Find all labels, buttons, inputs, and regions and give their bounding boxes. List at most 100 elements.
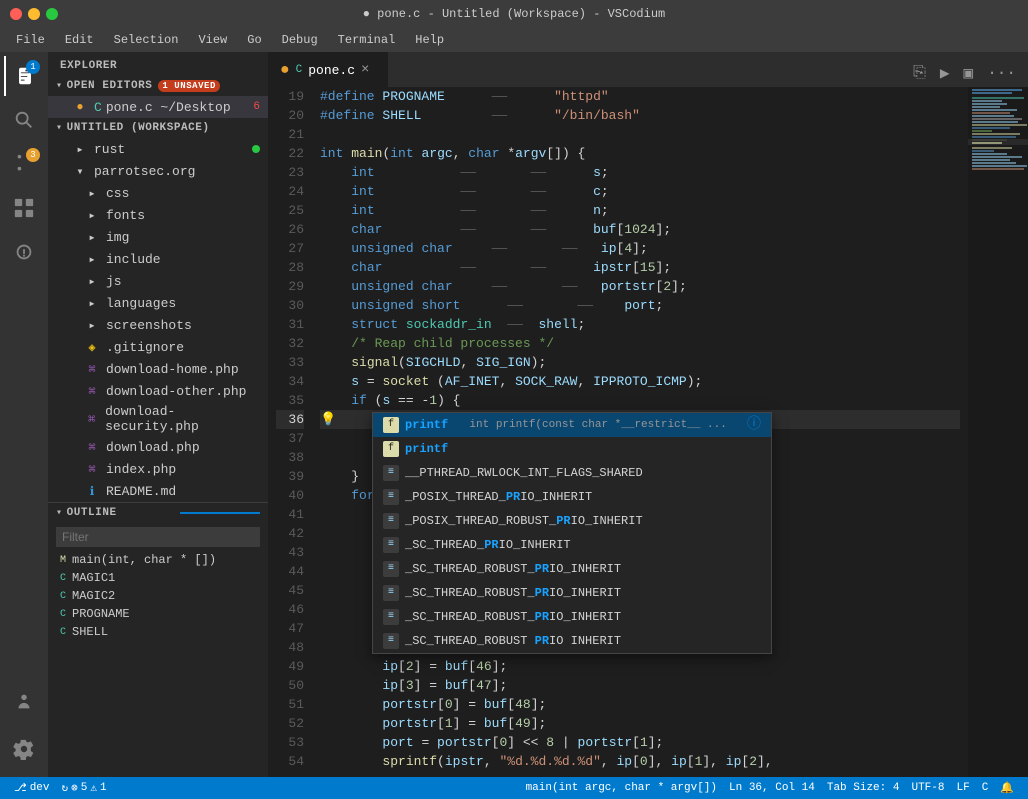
window-controls[interactable] bbox=[10, 8, 58, 20]
workspace-label: UNTITLED (WORKSPACE) bbox=[67, 122, 210, 134]
var-icon7: ≡ bbox=[383, 609, 399, 625]
activity-debug[interactable] bbox=[4, 232, 44, 272]
activity-source-control[interactable]: 3 bbox=[4, 144, 44, 184]
var-icon5: ≡ bbox=[383, 561, 399, 577]
layout-icon[interactable]: ▣ bbox=[960, 59, 978, 87]
run-icon[interactable]: ▶ bbox=[936, 59, 954, 87]
folder-fonts-name: fonts bbox=[106, 208, 145, 223]
autocomplete-item-7[interactable]: ≡ _SC_THREAD_ROBUST_PRIO_INHERIT bbox=[373, 581, 771, 605]
unsaved-badge: 1 UNSAVED bbox=[158, 80, 220, 92]
folder-fonts[interactable]: ▸ fonts bbox=[48, 204, 268, 226]
menu-selection[interactable]: Selection bbox=[106, 31, 187, 49]
open-editor-item[interactable]: ● C pone.c ~/Desktop 6 bbox=[48, 96, 268, 118]
activity-accounts[interactable] bbox=[4, 681, 44, 721]
branch-icon: ⎇ bbox=[14, 781, 27, 795]
folder-img[interactable]: ▸ img bbox=[48, 226, 268, 248]
folder-rust[interactable]: ▸ rust bbox=[48, 138, 268, 160]
folder-languages[interactable]: ▸ languages bbox=[48, 292, 268, 314]
lightbulb-icon[interactable]: 💡 bbox=[320, 410, 336, 429]
const-icon3: C bbox=[60, 609, 66, 620]
menu-edit[interactable]: Edit bbox=[57, 31, 102, 49]
autocomplete-item-6[interactable]: ≡ _SC_THREAD_ROBUST_PRIO_INHERIT bbox=[373, 557, 771, 581]
activity-search[interactable] bbox=[4, 100, 44, 140]
ac-info-icon[interactable]: ⓘ bbox=[747, 416, 761, 434]
folder-css[interactable]: ▸ css bbox=[48, 182, 268, 204]
md-icon: ℹ bbox=[84, 484, 100, 499]
menu-help[interactable]: Help bbox=[407, 31, 452, 49]
menu-go[interactable]: Go bbox=[239, 31, 269, 49]
file-download-home[interactable]: ⌘ download-home.php bbox=[48, 358, 268, 380]
autocomplete-item-0[interactable]: f printf int printf(const char *__restri… bbox=[373, 413, 771, 437]
file-download-other[interactable]: ⌘ download-other.php bbox=[48, 380, 268, 402]
folder-js[interactable]: ▸ js bbox=[48, 270, 268, 292]
menu-debug[interactable]: Debug bbox=[274, 31, 326, 49]
menu-terminal[interactable]: Terminal bbox=[330, 31, 404, 49]
activity-extensions[interactable] bbox=[4, 188, 44, 228]
file-lang-icon: C bbox=[94, 100, 102, 115]
status-function[interactable]: main(int argc, char * argv[]) bbox=[520, 782, 723, 794]
autocomplete-item-1[interactable]: f printf bbox=[373, 437, 771, 461]
outline-magic2[interactable]: C MAGIC2 bbox=[48, 587, 268, 605]
code-line-26: char —— —— buf[1024]; bbox=[320, 220, 960, 239]
autocomplete-item-8[interactable]: ≡ _SC_THREAD_ROBUST_PRIO_INHERIT bbox=[373, 605, 771, 629]
outline-progname[interactable]: C PROGNAME bbox=[48, 605, 268, 623]
status-encoding[interactable]: UTF-8 bbox=[905, 782, 950, 794]
folder-img-name: img bbox=[106, 230, 129, 245]
folder-screenshots[interactable]: ▸ screenshots bbox=[48, 314, 268, 336]
split-editor-icon[interactable]: ⎘ bbox=[909, 60, 930, 86]
open-editors-header[interactable]: ▾ OPEN EDITORS 1 UNSAVED bbox=[48, 76, 268, 96]
status-lang[interactable]: C bbox=[976, 782, 995, 794]
open-editors-section: ▾ OPEN EDITORS 1 UNSAVED ● C pone.c ~/De… bbox=[48, 76, 268, 118]
ac-label-5: _SC_THREAD_PRIO_INHERIT bbox=[405, 536, 571, 554]
var-icon4: ≡ bbox=[383, 537, 399, 553]
autocomplete-item-5[interactable]: ≡ _SC_THREAD_PRIO_INHERIT bbox=[373, 533, 771, 557]
file-readme[interactable]: ℹ README.md bbox=[48, 480, 268, 502]
activity-explorer[interactable]: 1 bbox=[4, 56, 44, 96]
close-button[interactable] bbox=[10, 8, 22, 20]
function-signature: main(int argc, char * argv[]) bbox=[526, 782, 717, 794]
code-content[interactable]: #define PROGNAME —— "httpd" #define SHEL… bbox=[312, 87, 968, 777]
outline-shell[interactable]: C SHELL bbox=[48, 623, 268, 641]
tab-ponec[interactable]: ● C pone.c × bbox=[268, 52, 388, 87]
status-notifications[interactable]: 🔔 bbox=[994, 781, 1020, 795]
chevron-right-icon5: ▸ bbox=[84, 252, 100, 267]
maximize-button[interactable] bbox=[46, 8, 58, 20]
outline-main[interactable]: M main(int, char * []) bbox=[48, 551, 268, 569]
minimize-button[interactable] bbox=[28, 8, 40, 20]
autocomplete-item-4[interactable]: ≡ _POSIX_THREAD_ROBUST_PRIO_INHERIT bbox=[373, 509, 771, 533]
workspace-header[interactable]: ▾ UNTITLED (WORKSPACE) bbox=[48, 118, 268, 138]
folder-include[interactable]: ▸ include bbox=[48, 248, 268, 270]
code-line-25: int —— —— n; bbox=[320, 201, 960, 220]
autocomplete-item-2[interactable]: ≡ __PTHREAD_RWLOCK_INT_FLAGS_SHARED bbox=[373, 461, 771, 485]
activity-settings[interactable] bbox=[4, 729, 44, 769]
menu-file[interactable]: File bbox=[8, 31, 53, 49]
status-sync[interactable]: ↻ ⊗ 5 ⚠ 1 bbox=[56, 781, 113, 795]
file-download[interactable]: ⌘ download.php bbox=[48, 436, 268, 458]
outline-header[interactable]: ▾ OUTLINE bbox=[48, 503, 268, 523]
status-tab-size[interactable]: Tab Size: 4 bbox=[821, 782, 906, 794]
file-index[interactable]: ⌘ index.php bbox=[48, 458, 268, 480]
status-position[interactable]: Ln 36, Col 14 bbox=[723, 782, 821, 794]
tab-size-label: Tab Size: 4 bbox=[827, 782, 900, 794]
const-icon2: C bbox=[60, 591, 66, 602]
autocomplete-item-9[interactable]: ≡ _SC_THREAD_ROBUST PRIO INHERIT bbox=[373, 629, 771, 653]
outline-magic2-label: MAGIC2 bbox=[72, 589, 115, 603]
file-gitignore[interactable]: ◈ .gitignore bbox=[48, 336, 268, 358]
status-line-ending[interactable]: LF bbox=[950, 782, 975, 794]
file-download-security[interactable]: ⌘ download-security.php bbox=[48, 402, 268, 436]
outline-main-label: main(int, char * []) bbox=[72, 553, 216, 567]
folder-name: rust bbox=[94, 142, 125, 157]
chevron-right-icon4: ▸ bbox=[84, 230, 100, 245]
code-line-23: int —— —— s; bbox=[320, 163, 960, 182]
menu-view[interactable]: View bbox=[190, 31, 235, 49]
tab-close-icon[interactable]: × bbox=[361, 62, 369, 78]
status-branch[interactable]: ⎇ dev bbox=[8, 781, 56, 795]
const-icon: C bbox=[60, 573, 66, 584]
more-actions-icon[interactable]: ··· bbox=[983, 60, 1020, 86]
outline-filter-input[interactable] bbox=[56, 527, 260, 547]
folder-parrotsec[interactable]: ▾ parrotsec.org bbox=[48, 160, 268, 182]
tab-actions: ⎘ ▶ ▣ ··· bbox=[909, 59, 1028, 87]
autocomplete-item-3[interactable]: ≡ _POSIX_THREAD_PRIO_INHERIT bbox=[373, 485, 771, 509]
folder-languages-name: languages bbox=[106, 296, 176, 311]
outline-magic1[interactable]: C MAGIC1 bbox=[48, 569, 268, 587]
